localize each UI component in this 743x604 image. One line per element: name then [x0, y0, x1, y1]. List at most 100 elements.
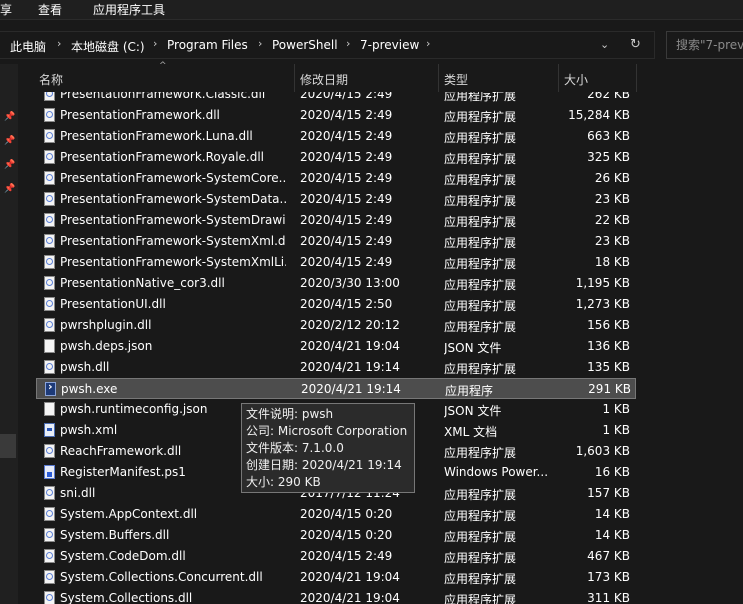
file-row[interactable]: System.Collections.dll 2020/4/21 19:04 应用程… — [36, 588, 636, 604]
file-size: 663 KB — [587, 129, 630, 143]
chevron-right-icon[interactable]: › — [426, 37, 430, 50]
ribbon-tab-share[interactable]: 享 — [0, 1, 12, 18]
dll-file-icon — [44, 129, 55, 143]
column-header-type[interactable]: 类型 — [444, 71, 468, 88]
file-name: pwsh.deps.json — [60, 339, 153, 353]
navigation-pane[interactable]: 📌 📌 📌 📌 — [0, 64, 18, 604]
column-divider[interactable] — [558, 64, 559, 92]
file-row[interactable]: PresentationFramework.Classic.dll 2020/4/… — [36, 92, 636, 105]
address-bar: 此电脑 › 本地磁盘 (C:) › Program Files › PowerS… — [0, 27, 743, 63]
file-type: 应用程序扩展 — [444, 488, 517, 502]
file-size: 1,273 KB — [575, 297, 630, 311]
file-row[interactable]: PresentationFramework-SystemXml.dll 2020/… — [36, 231, 636, 252]
file-name: pwsh.exe — [61, 382, 118, 396]
file-size: 156 KB — [587, 318, 630, 332]
dll-file-icon — [44, 360, 55, 374]
file-row[interactable]: PresentationFramework-SystemData.... 2020… — [36, 189, 636, 210]
file-date: 2020/4/15 2:49 — [300, 92, 393, 101]
chevron-right-icon[interactable]: › — [153, 37, 157, 50]
breadcrumb[interactable]: 此电脑 › 本地磁盘 (C:) › Program Files › PowerS… — [0, 31, 655, 59]
file-date: 2020/4/21 19:14 — [300, 360, 400, 374]
file-type: 应用程序扩展 — [444, 509, 517, 523]
dll-file-icon — [44, 318, 55, 332]
dll-file-icon — [44, 549, 55, 563]
breadcrumb-this-pc[interactable]: 此电脑 — [10, 38, 46, 55]
dll-file-icon — [44, 213, 55, 227]
file-row[interactable]: PresentationUI.dll 2020/4/15 2:50 应用程序扩展 1,… — [36, 294, 636, 315]
column-header-date[interactable]: 修改日期 — [300, 71, 348, 88]
file-size: 23 KB — [594, 192, 630, 206]
file-type: 应用程序扩展 — [444, 173, 517, 187]
dll-file-icon — [44, 234, 55, 248]
pin-icon[interactable]: 📌 — [4, 112, 15, 122]
file-size: 291 KB — [588, 382, 631, 396]
file-size: 311 KB — [587, 591, 630, 604]
search-input[interactable] — [666, 31, 743, 59]
chevron-right-icon[interactable]: › — [258, 37, 262, 50]
column-divider[interactable] — [438, 64, 439, 92]
chevron-down-icon[interactable]: ⌄ — [600, 38, 609, 51]
file-type: 应用程序扩展 — [444, 131, 517, 145]
nav-selected-item[interactable] — [0, 434, 16, 458]
pin-icon[interactable]: 📌 — [4, 160, 15, 170]
file-row[interactable]: PresentationNative_cor3.dll 2020/3/30 13:… — [36, 273, 636, 294]
file-row[interactable]: System.AppContext.dll 2020/4/15 0:20 应用程序扩… — [36, 504, 636, 525]
file-row[interactable]: PresentationFramework.Royale.dll 2020/4/1… — [36, 147, 636, 168]
file-type: 应用程序扩展 — [444, 593, 517, 604]
tooltip-created: 创建日期: 2020/4/21 19:14 — [246, 458, 402, 472]
file-name: PresentationFramework.Classic.dll — [60, 92, 266, 101]
column-header-name[interactable]: 名称 — [39, 71, 63, 88]
file-row[interactable]: pwsh.deps.json 2020/4/21 19:04 JSON 文件 136 … — [36, 336, 636, 357]
tooltip-version: 文件版本: 7.1.0.0 — [246, 441, 344, 455]
file-date: 2020/4/21 19:14 — [301, 382, 401, 396]
file-row[interactable]: pwrshplugin.dll 2020/2/12 20:12 应用程序扩展 156 … — [36, 315, 636, 336]
file-size: 136 KB — [587, 339, 630, 353]
breadcrumb-powershell[interactable]: PowerShell — [272, 38, 338, 52]
file-name: System.Collections.Concurrent.dll — [60, 570, 263, 584]
file-date: 2020/4/15 2:49 — [300, 549, 393, 563]
column-divider[interactable] — [636, 64, 637, 92]
file-date: 2020/4/21 19:04 — [300, 591, 400, 604]
file-size: 16 KB — [594, 465, 630, 479]
chevron-right-icon[interactable]: › — [346, 37, 350, 50]
file-row[interactable]: PresentationFramework-SystemXmlLi... 2020… — [36, 252, 636, 273]
file-type: 应用程序扩展 — [444, 446, 517, 460]
column-headers: ^ 名称 修改日期 类型 大小 — [18, 61, 743, 92]
file-size: 135 KB — [587, 360, 630, 374]
column-divider[interactable] — [294, 64, 295, 92]
chevron-right-icon[interactable]: › — [57, 37, 61, 50]
file-type: 应用程序扩展 — [444, 194, 517, 208]
file-name: PresentationUI.dll — [60, 297, 166, 311]
file-row[interactable]: pwsh.exe 2020/4/21 19:14 应用程序 291 KB — [36, 378, 636, 399]
file-row[interactable]: pwsh.dll 2020/4/21 19:14 应用程序扩展 135 KB — [36, 357, 636, 378]
file-type: JSON 文件 — [444, 341, 502, 355]
refresh-icon[interactable]: ↻ — [630, 37, 641, 52]
ribbon-tab-view[interactable]: 查看 — [38, 1, 62, 18]
file-row[interactable]: System.CodeDom.dll 2020/4/15 2:49 应用程序扩展 46… — [36, 546, 636, 567]
ps1-file-icon — [44, 465, 55, 479]
breadcrumb-program-files[interactable]: Program Files — [167, 38, 248, 52]
file-size: 173 KB — [587, 570, 630, 584]
ribbon-tab-app-tools[interactable]: 应用程序工具 — [93, 1, 165, 18]
ribbon-tabs: 享 查看 应用程序工具 — [0, 0, 743, 20]
file-row[interactable]: PresentationFramework.Luna.dll 2020/4/15 … — [36, 126, 636, 147]
file-name: pwrshplugin.dll — [60, 318, 152, 332]
file-type: 应用程序扩展 — [444, 215, 517, 229]
file-row[interactable]: System.Buffers.dll 2020/4/15 0:20 应用程序扩展 14… — [36, 525, 636, 546]
file-row[interactable]: PresentationFramework.dll 2020/4/15 2:49 应… — [36, 105, 636, 126]
file-name: System.AppContext.dll — [60, 507, 198, 521]
file-type: 应用程序扩展 — [444, 152, 517, 166]
exe-file-icon — [45, 380, 56, 396]
column-header-size[interactable]: 大小 — [564, 71, 588, 88]
file-row[interactable]: PresentationFramework-SystemDrawi... 2020… — [36, 210, 636, 231]
pin-icon[interactable]: 📌 — [4, 184, 15, 194]
pin-icon[interactable]: 📌 — [4, 136, 15, 146]
file-row[interactable]: System.Collections.Concurrent.dll 2020/4/… — [36, 567, 636, 588]
file-date: 2020/4/21 19:04 — [300, 339, 400, 353]
breadcrumb-local-disk[interactable]: 本地磁盘 (C:) — [71, 38, 145, 55]
file-row[interactable]: PresentationFramework-SystemCore.... 2020… — [36, 168, 636, 189]
dll-file-icon — [44, 297, 55, 311]
file-size: 262 KB — [587, 92, 630, 101]
breadcrumb-7-preview[interactable]: 7-preview — [360, 38, 419, 52]
file-name: PresentationFramework.Luna.dll — [60, 129, 253, 143]
